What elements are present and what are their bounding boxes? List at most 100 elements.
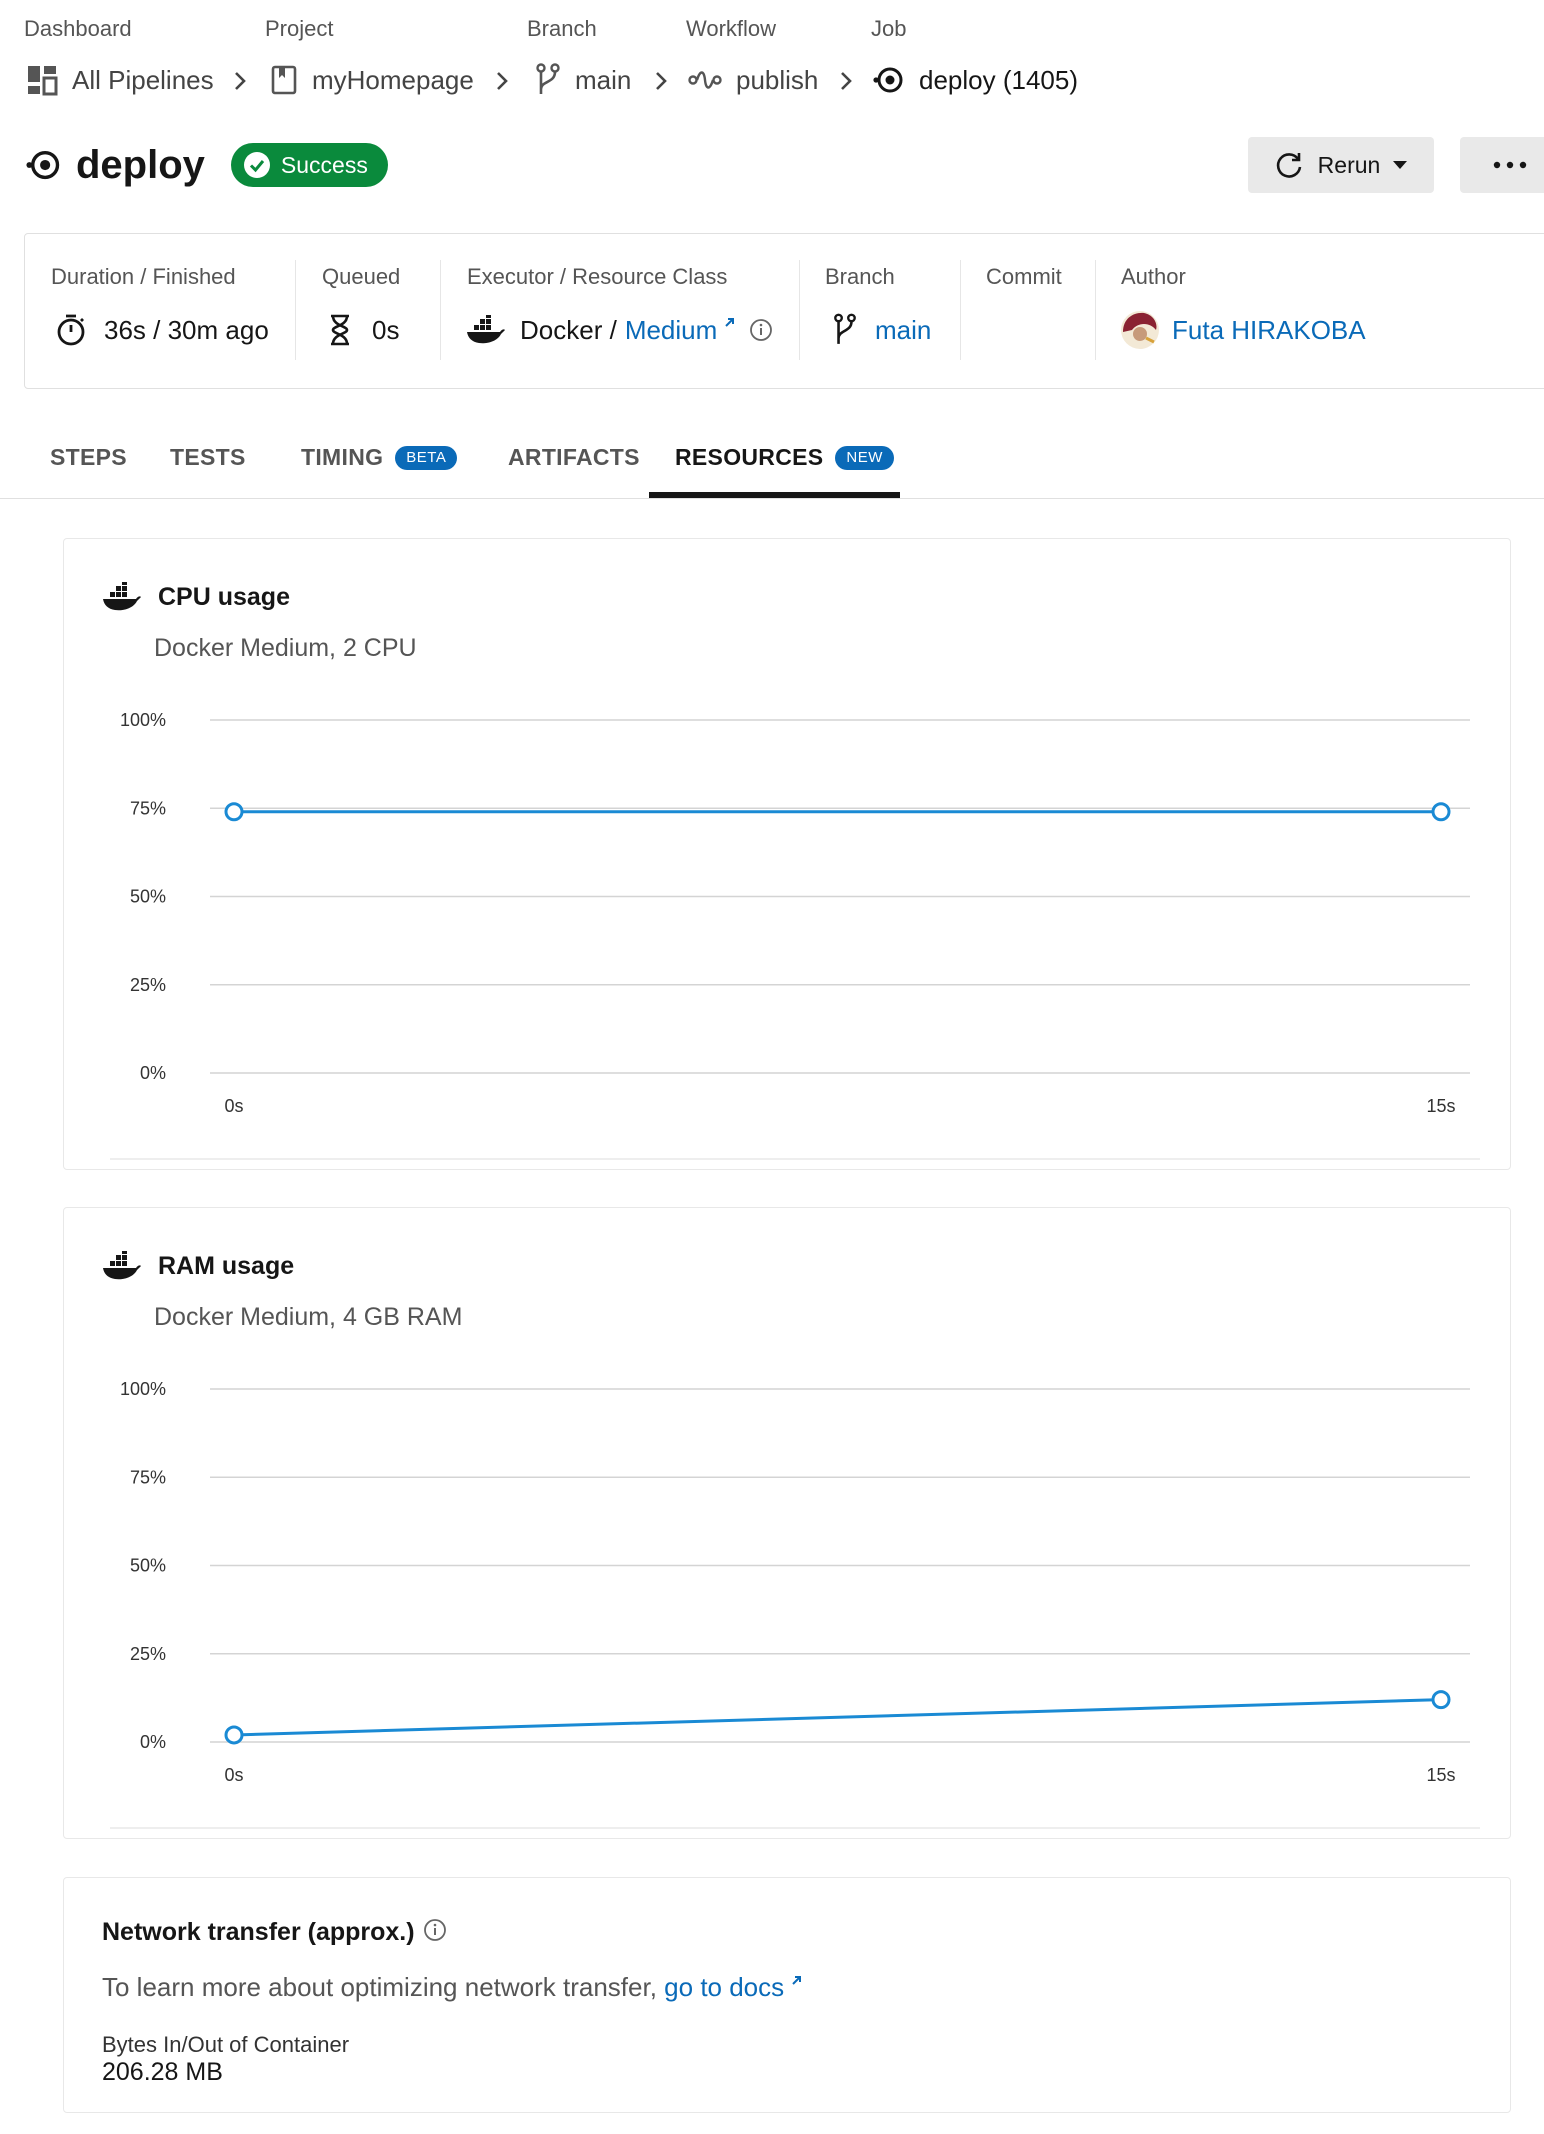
chevron-right-icon	[656, 72, 667, 90]
author-link[interactable]: Futa HIRAKOBA	[1172, 315, 1366, 346]
breadcrumb-job[interactable]: deploy (1405)	[873, 62, 1078, 98]
bytes-label: Bytes In/Out of Container	[102, 2032, 350, 2057]
breadcrumb-label: publish	[736, 64, 819, 95]
more-horizontal-icon	[1493, 161, 1527, 169]
rerun-label: Rerun	[1317, 151, 1381, 178]
rerun-button[interactable]: Rerun	[1248, 137, 1434, 193]
breadcrumb-label: All Pipelines	[72, 64, 214, 95]
tab-label: STEPS	[50, 444, 127, 470]
more-options-button[interactable]	[1460, 137, 1544, 193]
avatar	[1121, 311, 1159, 349]
queued-text: 0s	[372, 314, 400, 345]
tab-label: RESOURCES	[675, 444, 824, 470]
status-badge: Success	[230, 143, 388, 187]
job-meta-card	[24, 233, 1544, 389]
cpu-usage-subtitle: Docker Medium, 2 CPU	[154, 634, 417, 662]
dashboard-icon	[28, 66, 58, 96]
tab-artifacts[interactable]: ARTIFACTS	[508, 444, 640, 471]
tab-label: TESTS	[170, 444, 246, 470]
branch-icon	[834, 313, 856, 344]
series-line	[233, 1698, 1442, 1737]
data-point	[1431, 1690, 1451, 1710]
y-tick-label: 50%	[130, 1556, 166, 1576]
page-title: deploy	[76, 142, 205, 187]
tab-tests[interactable]: TESTS	[170, 444, 246, 471]
tab-resources[interactable]: RESOURCES NEW	[675, 444, 894, 471]
stopwatch-icon	[57, 314, 85, 346]
duration-label: Duration / Finished	[51, 264, 236, 289]
x-tick-label: 15s	[1426, 1096, 1455, 1116]
tab-label: ARTIFACTS	[508, 444, 640, 470]
breadcrumb-all-pipelines[interactable]: All Pipelines	[26, 62, 214, 98]
branch-value: main	[833, 312, 931, 348]
breadcrumb-workflow[interactable]: publish	[688, 62, 818, 98]
tab-timing[interactable]: TIMING BETA	[301, 444, 458, 471]
active-tab-indicator	[649, 492, 900, 498]
data-point	[224, 1725, 244, 1745]
project-icon	[271, 65, 297, 95]
breadcrumb-heading-job: Job	[871, 16, 907, 41]
data-point	[224, 802, 244, 822]
new-badge: NEW	[835, 445, 894, 470]
x-tick-label: 15s	[1426, 1765, 1455, 1785]
x-tick-label: 0s	[224, 1765, 243, 1785]
branch-label: Branch	[825, 264, 895, 289]
tab-steps[interactable]: STEPS	[50, 444, 127, 471]
beta-badge: BETA	[395, 445, 458, 470]
author-value[interactable]: Futa HIRAKOBA	[1120, 311, 1366, 349]
caret-down-icon	[1393, 161, 1408, 169]
network-title-text: Network transfer (approx.)	[102, 1918, 415, 1946]
bytes-value: 206.28 MB	[102, 2058, 223, 2086]
duration-value: 36s / 30m ago	[54, 312, 269, 348]
y-tick-label: 0%	[140, 1063, 166, 1083]
info-icon[interactable]	[423, 1918, 447, 1942]
breadcrumb-label: myHomepage	[312, 64, 474, 95]
tab-label: TIMING	[301, 444, 384, 470]
x-tick-label: 0s	[224, 1096, 243, 1116]
divider	[1095, 260, 1096, 360]
y-tick-label: 50%	[130, 887, 166, 907]
breadcrumb-label: deploy (1405)	[919, 64, 1078, 95]
breadcrumb-branch[interactable]: main	[535, 62, 631, 98]
docker-icon	[103, 582, 141, 611]
queued-label: Queued	[322, 264, 401, 289]
cpu-usage-title: CPU usage	[102, 582, 290, 612]
divider	[295, 260, 296, 360]
job-header: deploy Success	[26, 138, 388, 192]
commit-label: Commit	[986, 264, 1062, 289]
duration-text: 36s / 30m ago	[104, 314, 269, 345]
y-tick-label: 75%	[130, 1467, 166, 1487]
refresh-icon	[1276, 153, 1301, 178]
divider	[440, 260, 441, 360]
network-description-text: To learn more about optimizing network t…	[102, 1972, 665, 2002]
executor-value: Docker / Medium	[466, 312, 773, 348]
breadcrumb-label: main	[575, 64, 632, 95]
external-link-icon	[792, 1975, 802, 1985]
y-tick-label: 0%	[140, 1732, 166, 1752]
y-tick-label: 75%	[130, 798, 166, 818]
resource-class-link[interactable]: Medium	[625, 315, 717, 346]
divider	[799, 260, 800, 360]
tabs-divider	[0, 498, 1544, 499]
executor-text: Docker /	[520, 314, 617, 345]
external-link-icon	[725, 318, 735, 327]
network-description: To learn more about optimizing network t…	[102, 1972, 802, 2003]
panel-title-text: CPU usage	[158, 582, 290, 611]
ram-usage-chart: 0% 25% 50% 75% 100% 0s 15s	[110, 1379, 1480, 1829]
executor-label: Executor / Resource Class	[467, 264, 728, 289]
info-icon[interactable]	[749, 318, 773, 342]
workflow-icon	[688, 71, 722, 89]
branch-link[interactable]: main	[875, 315, 931, 346]
ram-usage-subtitle: Docker Medium, 4 GB RAM	[154, 1303, 463, 1331]
y-tick-label: 100%	[120, 1379, 166, 1399]
data-point	[1431, 802, 1451, 822]
status-label: Success	[280, 151, 368, 178]
breadcrumb-project[interactable]: myHomepage	[270, 62, 474, 98]
docs-link[interactable]: go to docs	[664, 1972, 784, 2003]
divider	[960, 260, 961, 360]
breadcrumb-heading-project: Project	[265, 16, 334, 41]
job-icon	[26, 150, 60, 180]
breadcrumb-heading-workflow: Workflow	[686, 16, 777, 41]
ram-usage-title: RAM usage	[102, 1251, 294, 1281]
branch-icon	[536, 63, 560, 94]
